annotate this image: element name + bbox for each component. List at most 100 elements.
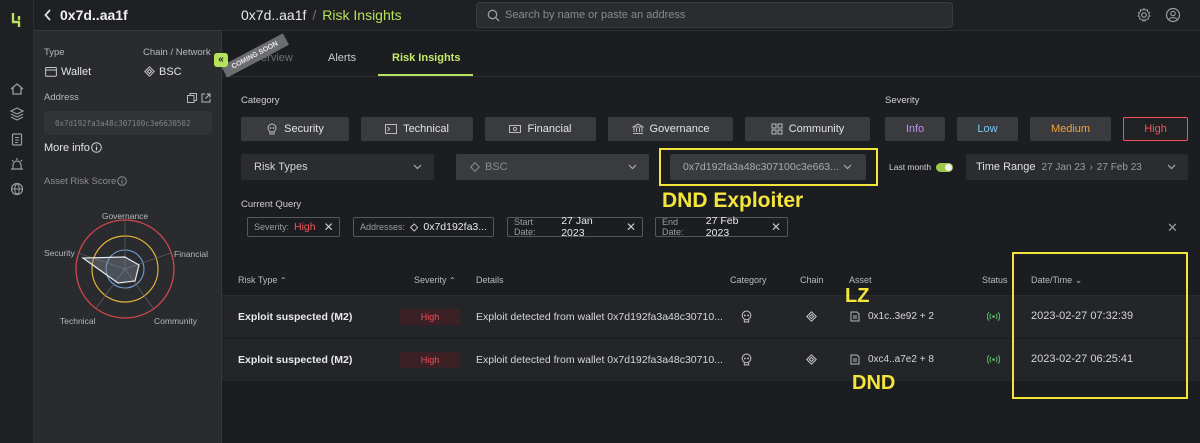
query-chip-value: 0x7d192fa3... [423,221,487,233]
last-month-toggle[interactable] [936,163,953,172]
nav-rail [0,0,34,443]
bank-icon [631,123,644,134]
annotation-lz: LZ [845,285,870,307]
close-icon[interactable]: ✕ [771,220,781,234]
radar-axis-security: Security [44,248,75,258]
severity-badge: High [400,309,460,325]
tab-risk-insights[interactable]: Risk Insights [392,52,460,64]
home-icon[interactable] [9,81,25,97]
active-tab-indicator [378,74,473,76]
column-category: Category [730,275,767,285]
chevron-down-icon [628,164,637,170]
chevron-down-icon [413,164,422,170]
severity-label: Severity [885,95,920,106]
globe-icon[interactable] [9,181,25,197]
category-governance-button[interactable]: Governance [608,117,733,141]
copy-icon[interactable] [187,93,197,103]
type-label: Type [44,47,65,58]
alarm-icon[interactable] [9,156,25,172]
collapse-panel-button[interactable]: « [214,53,228,67]
skull-icon [267,123,277,135]
breadcrumb-root[interactable]: 0x7d..aa1f [241,7,306,23]
bsc-chain-icon [470,162,480,172]
query-chip-key: End Date: [662,217,684,237]
category-label: Category [241,95,280,106]
skull-icon [741,353,752,366]
risk-radar-chart: Governance Financial Community Technical… [44,211,208,326]
highlight-box-address [659,148,878,186]
risk-types-dropdown[interactable]: Risk Types [241,154,434,180]
address-label: Address [44,92,79,103]
query-chip-key: Start Date: [514,217,536,237]
risk-type-cell: Exploit suspected (M2) [238,311,353,323]
asset-cell[interactable]: 0x1c..3e92 + 2 [868,311,934,322]
severity-info-button[interactable]: Info [885,117,945,141]
radar-axis-community: Community [154,316,198,326]
column-chain: Chain [800,275,824,285]
chevron-down-icon [1167,164,1176,170]
category-security-button[interactable]: Security [241,117,349,141]
info-icon[interactable] [117,176,127,186]
query-chip-end-date: End Date: 27 Feb 2023 ✕ [655,215,788,239]
time-range-to: 27 Feb 23 [1096,161,1142,173]
asset-panel: 0x7d..aa1f Type Chain / Network Wallet B… [34,0,222,443]
layers-icon[interactable] [9,106,25,122]
query-chip-addresses: Addresses: 0x7d192fa3... [353,217,494,237]
close-icon[interactable]: ✕ [324,220,334,234]
severity-low-button[interactable]: Low [957,117,1018,141]
chain-value: BSC [159,66,182,78]
contract-icon [850,354,860,365]
radar-shape [81,256,140,284]
query-chip-value: 27 Feb 2023 [705,215,739,239]
chevron-left-icon[interactable] [43,8,53,22]
column-severity[interactable]: Severity ⌃ [414,275,456,285]
annotation-dnd: DND [852,372,896,394]
tab-alerts[interactable]: Alerts [328,52,356,64]
annotation-exploiter: DND Exploiter [662,189,804,212]
search-input[interactable] [505,7,935,23]
close-icon[interactable]: ✕ [626,220,636,234]
category-technical-button[interactable]: Technical [361,117,473,141]
tab-bar: Overview COMING SOON Alerts Risk Insight… [221,31,1200,78]
asset-title: 0x7d..aa1f [60,7,128,23]
time-range-dropdown[interactable]: Time Range 27 Jan 23 › 27 Feb 23 [966,154,1188,180]
user-account-icon[interactable] [1165,7,1181,23]
time-range-label: Time Range [976,161,1036,173]
category-community-button[interactable]: Community [745,117,870,141]
severity-medium-button[interactable]: Medium [1030,117,1111,141]
external-link-icon[interactable] [201,93,211,103]
type-value: Wallet [61,66,92,78]
query-chip-value: High [294,221,316,233]
signal-icon [987,354,1000,365]
search-bar[interactable] [476,2,953,28]
column-status: Status [982,275,1008,285]
breadcrumb-current: Risk Insights [322,7,402,23]
severity-high-button[interactable]: High [1123,117,1188,141]
logo-icon[interactable] [8,11,26,29]
category-financial-label: Financial [527,123,572,135]
bsc-chain-icon [144,66,155,77]
query-chip-start-date: Start Date: 27 Jan 2023 ✕ [507,215,643,239]
bsc-chain-icon [806,311,817,322]
clear-query-icon[interactable]: ✕ [1167,220,1178,236]
terminal-icon [385,124,398,134]
radar-axis-technical: Technical [60,316,96,326]
clipboard-icon[interactable] [9,131,25,147]
query-chip-key: Severity: [254,222,290,232]
more-info-label[interactable]: More info [44,142,90,154]
radar-axis-financial: Financial [174,249,208,259]
category-financial-button[interactable]: Financial [485,117,596,141]
chain-dropdown[interactable]: BSC [456,154,649,180]
column-risk-type[interactable]: Risk Type ⌃ [238,275,287,285]
info-icon[interactable] [91,142,102,153]
asset-cell[interactable]: 0xc4..a7e2 + 8 [868,354,934,365]
address-field[interactable]: 0x7d192fa3a48c307100c3e6630502 [44,111,212,135]
gear-icon[interactable] [1136,7,1152,23]
radar-axis-governance: Governance [102,211,149,221]
bsc-chain-icon [806,354,817,365]
risk-types-value: Risk Types [254,161,308,173]
wallet-icon [45,67,57,77]
current-query-label: Current Query [241,199,302,210]
risk-score-label: Asset Risk Score [44,176,117,187]
skull-icon [741,310,752,323]
